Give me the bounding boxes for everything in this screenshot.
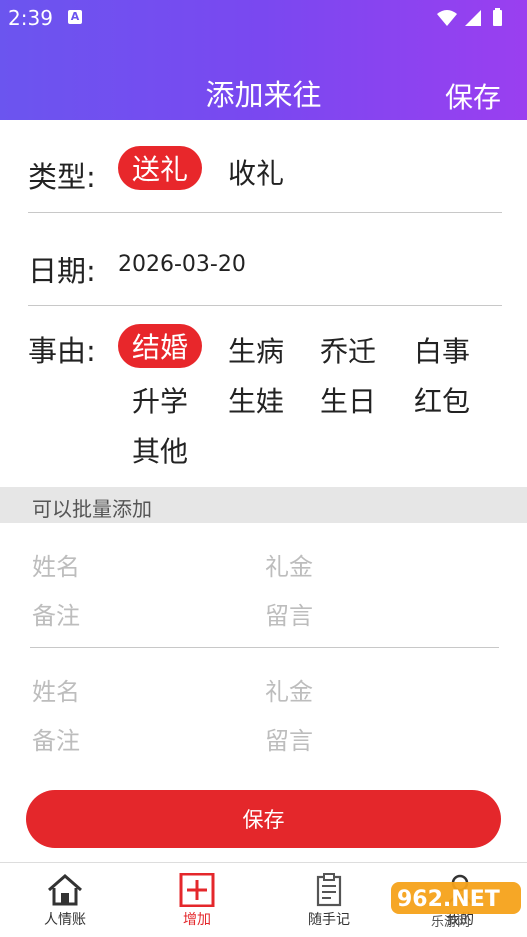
battery-icon — [493, 10, 502, 26]
note-field[interactable]: 备注 — [32, 596, 80, 631]
reason-option-other[interactable]: 其他 — [132, 430, 188, 470]
wifi-icon — [437, 10, 457, 26]
status-icons — [437, 8, 502, 26]
status-bar: 2:39 A — [0, 0, 527, 36]
status-time: 2:39 — [8, 6, 53, 30]
reason-option-wedding[interactable]: 结婚 — [118, 324, 203, 368]
type-option-receive[interactable]: 收礼 — [228, 152, 284, 192]
amount-field[interactable]: 礼金 — [265, 672, 313, 707]
save-button[interactable]: 保存 — [26, 790, 501, 848]
note-field[interactable]: 备注 — [32, 721, 80, 756]
tab-label: 随手记 — [308, 912, 350, 928]
type-label: 类型: — [28, 160, 96, 194]
entry-divider — [30, 647, 499, 648]
home-icon — [48, 874, 82, 906]
name-field[interactable]: 姓名 — [32, 672, 80, 707]
divider — [28, 212, 502, 213]
add-box-icon — [179, 873, 215, 907]
tab-add[interactable]: 增加 — [137, 863, 257, 937]
batch-title: 可以批量添加 — [32, 497, 152, 521]
reason-option-redpacket[interactable]: 红包 — [414, 380, 470, 420]
batch-header: 可以批量添加 — [0, 487, 527, 523]
reason-option-sick[interactable]: 生病 — [228, 330, 284, 370]
reason-option-move[interactable]: 乔迁 — [320, 330, 376, 370]
app-header: 2:39 A 添加来往 保存 — [0, 0, 527, 120]
message-field[interactable]: 留言 — [265, 721, 313, 756]
reason-option-birthday[interactable]: 生日 — [320, 380, 376, 420]
type-option-gift[interactable]: 送礼 — [118, 146, 203, 190]
svg-text:乐游网: 乐游网 — [431, 915, 470, 928]
name-field[interactable]: 姓名 — [32, 547, 80, 582]
notification-icon: A — [68, 10, 82, 24]
notepad-icon — [316, 873, 342, 907]
message-field[interactable]: 留言 — [265, 596, 313, 631]
watermark-logo: 962.NET 乐游网 — [391, 882, 521, 928]
header-save-button[interactable]: 保存 — [445, 76, 501, 116]
svg-text:962.NET: 962.NET — [397, 887, 500, 912]
tab-label: 增加 — [183, 912, 211, 928]
tab-ledger[interactable]: 人情账 — [5, 863, 125, 937]
reason-option-baby[interactable]: 生娃 — [228, 380, 284, 420]
reason-option-school[interactable]: 升学 — [132, 380, 188, 420]
tab-label: 人情账 — [44, 912, 86, 928]
date-label: 日期: — [28, 254, 96, 288]
amount-field[interactable]: 礼金 — [265, 547, 313, 582]
tab-notes[interactable]: 随手记 — [269, 863, 389, 937]
reason-option-funeral[interactable]: 白事 — [414, 330, 470, 370]
reason-label: 事由: — [28, 334, 96, 368]
divider — [28, 305, 502, 306]
date-value[interactable]: 2026-03-20 — [118, 252, 246, 277]
signal-icon — [465, 10, 481, 26]
